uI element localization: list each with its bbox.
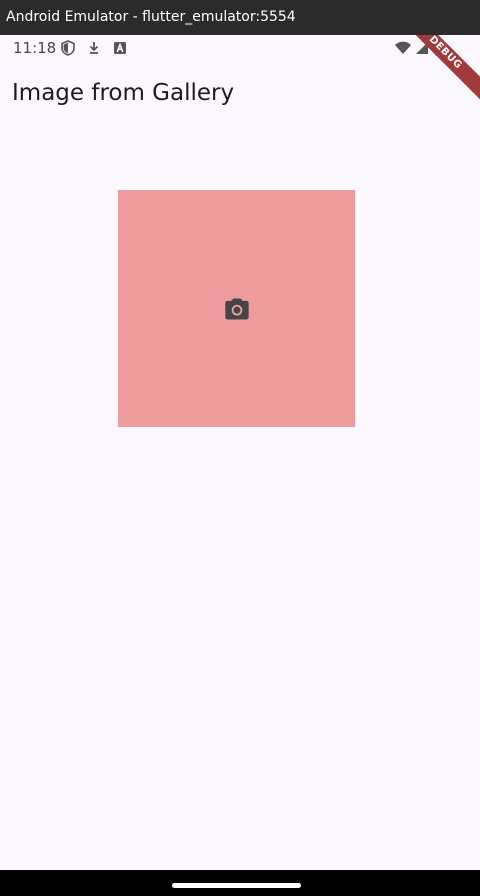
status-bar: 11:18: [0, 35, 480, 61]
page-title: Image from Gallery: [12, 80, 235, 106]
shield-icon: [60, 40, 76, 56]
pick-image-button[interactable]: [118, 190, 355, 427]
gesture-handle[interactable]: [172, 883, 301, 888]
wifi-icon: [394, 40, 412, 56]
download-icon: [86, 40, 102, 56]
navigation-bar: [0, 870, 480, 896]
app-a-icon: [112, 40, 128, 56]
status-time: 11:18: [13, 39, 57, 57]
window-title: Android Emulator - flutter_emulator:5554: [6, 9, 296, 25]
window-titlebar: Android Emulator - flutter_emulator:5554: [0, 0, 480, 35]
camera-icon: [223, 295, 251, 323]
device-screen: 11:18 DEBUG Image from Gallery: [0, 35, 480, 870]
